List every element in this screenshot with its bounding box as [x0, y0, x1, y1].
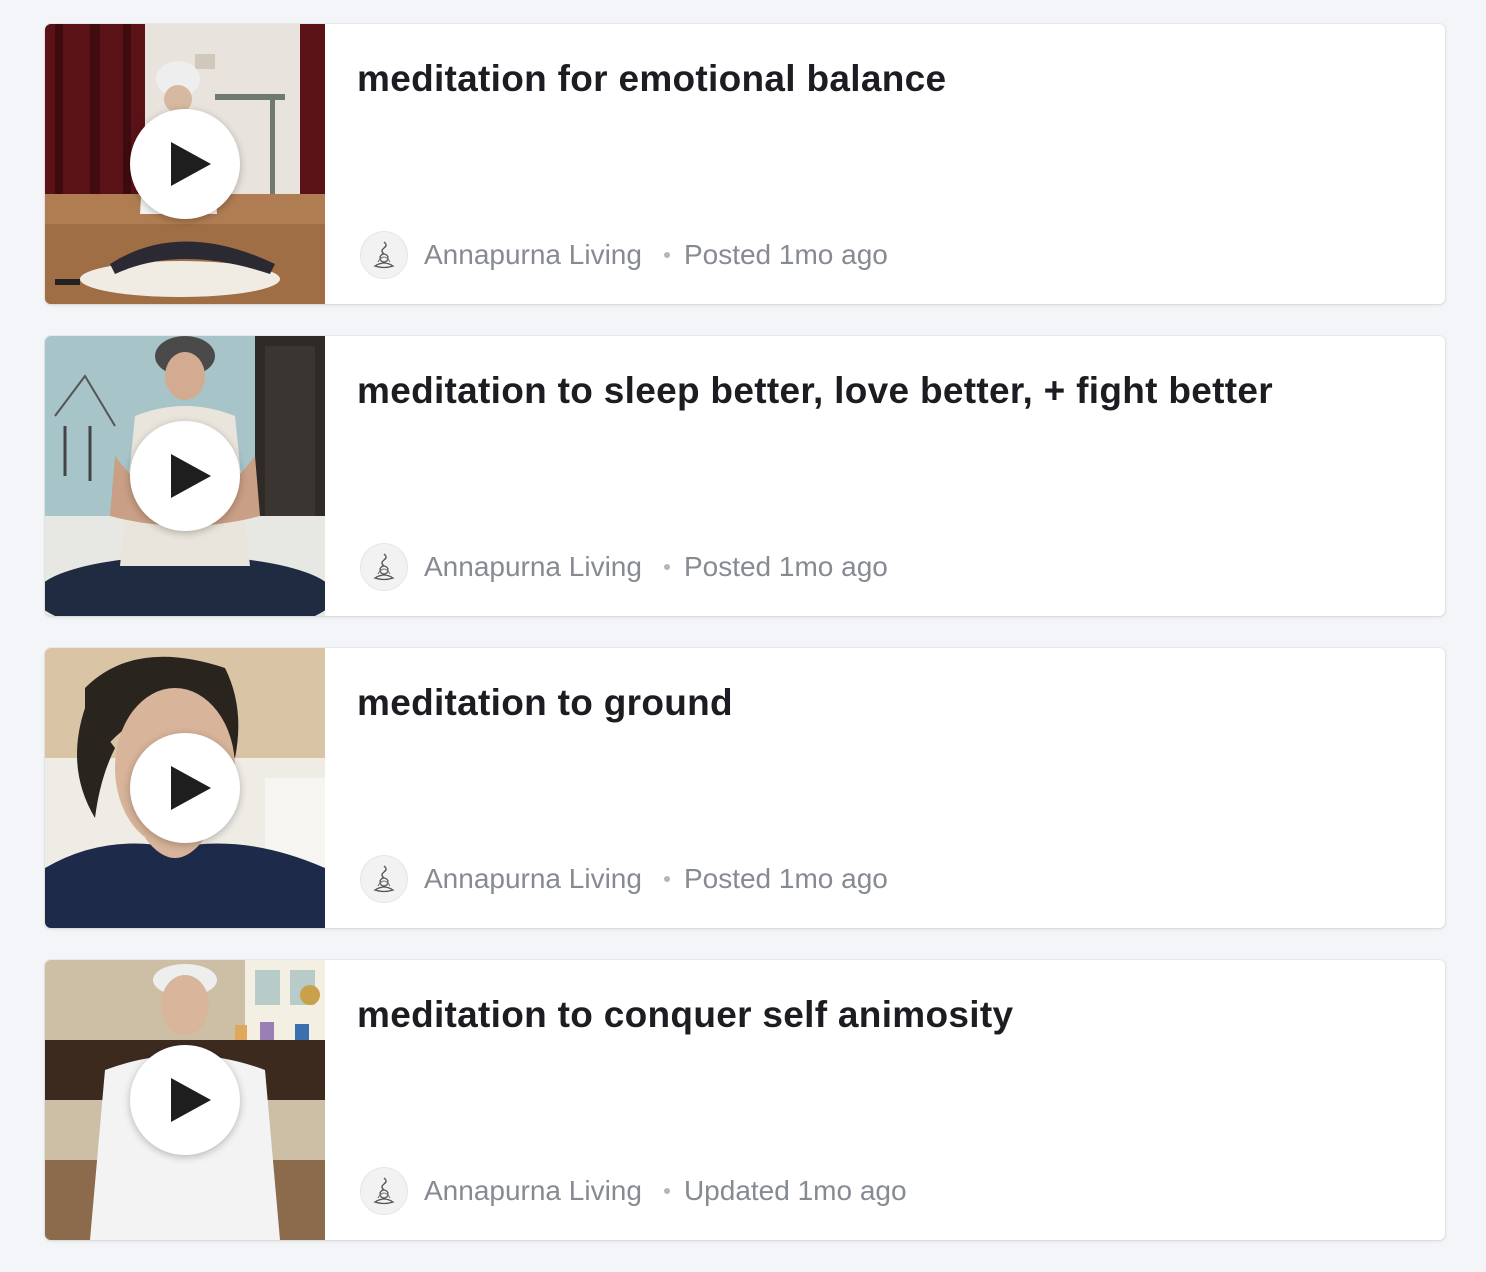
- annapurna-logo-icon: [373, 865, 395, 893]
- video-card[interactable]: meditation to ground Annapurna Living Po…: [45, 648, 1445, 928]
- post-status: Updated 1mo ago: [683, 1175, 907, 1206]
- video-list: meditation for emotional balance Annapur…: [45, 24, 1445, 1272]
- video-title[interactable]: meditation to ground: [357, 682, 733, 724]
- video-card[interactable]: meditation to sleep better, love better,…: [45, 336, 1445, 616]
- meta-separator: [663, 252, 670, 258]
- play-button[interactable]: [130, 421, 240, 531]
- author-name[interactable]: Annapurna Living: [424, 1175, 642, 1207]
- author-avatar[interactable]: [360, 1167, 408, 1215]
- play-button[interactable]: [130, 109, 240, 219]
- video-card[interactable]: meditation for emotional balance Annapur…: [45, 24, 1445, 304]
- video-thumbnail[interactable]: [45, 24, 325, 304]
- annapurna-logo-icon: [373, 1177, 395, 1205]
- author-name[interactable]: Annapurna Living: [424, 239, 642, 271]
- post-status: Posted 1mo ago: [683, 239, 888, 270]
- video-meta: Annapurna Living Posted 1mo ago: [360, 854, 888, 904]
- meta-separator: [663, 1188, 670, 1194]
- play-icon: [171, 454, 211, 498]
- video-title[interactable]: meditation for emotional balance: [357, 58, 946, 100]
- annapurna-logo-icon: [373, 241, 395, 269]
- video-card[interactable]: meditation to conquer self animosity Ann…: [45, 960, 1445, 1240]
- video-title[interactable]: meditation to sleep better, love better,…: [357, 370, 1273, 412]
- video-thumbnail[interactable]: [45, 336, 325, 616]
- play-icon: [171, 1078, 211, 1122]
- post-status: Posted 1mo ago: [683, 863, 888, 894]
- video-details: meditation to sleep better, love better,…: [325, 336, 1445, 616]
- author-name[interactable]: Annapurna Living: [424, 551, 642, 583]
- video-meta: Annapurna Living Updated 1mo ago: [360, 1166, 907, 1216]
- annapurna-logo-icon: [373, 553, 395, 581]
- video-meta: Annapurna Living Posted 1mo ago: [360, 542, 888, 592]
- video-details: meditation for emotional balance Annapur…: [325, 24, 1445, 304]
- video-thumbnail[interactable]: [45, 648, 325, 928]
- meta-separator: [663, 876, 670, 882]
- video-meta: Annapurna Living Posted 1mo ago: [360, 230, 888, 280]
- author-avatar[interactable]: [360, 855, 408, 903]
- play-button[interactable]: [130, 1045, 240, 1155]
- author-avatar[interactable]: [360, 231, 408, 279]
- author-avatar[interactable]: [360, 543, 408, 591]
- video-thumbnail[interactable]: [45, 960, 325, 1240]
- play-icon: [171, 142, 211, 186]
- play-button[interactable]: [130, 733, 240, 843]
- post-status: Posted 1mo ago: [683, 551, 888, 582]
- meta-separator: [663, 564, 670, 570]
- video-title[interactable]: meditation to conquer self animosity: [357, 994, 1013, 1036]
- video-details: meditation to conquer self animosity Ann…: [325, 960, 1445, 1240]
- author-name[interactable]: Annapurna Living: [424, 863, 642, 895]
- video-details: meditation to ground Annapurna Living Po…: [325, 648, 1445, 928]
- play-icon: [171, 766, 211, 810]
